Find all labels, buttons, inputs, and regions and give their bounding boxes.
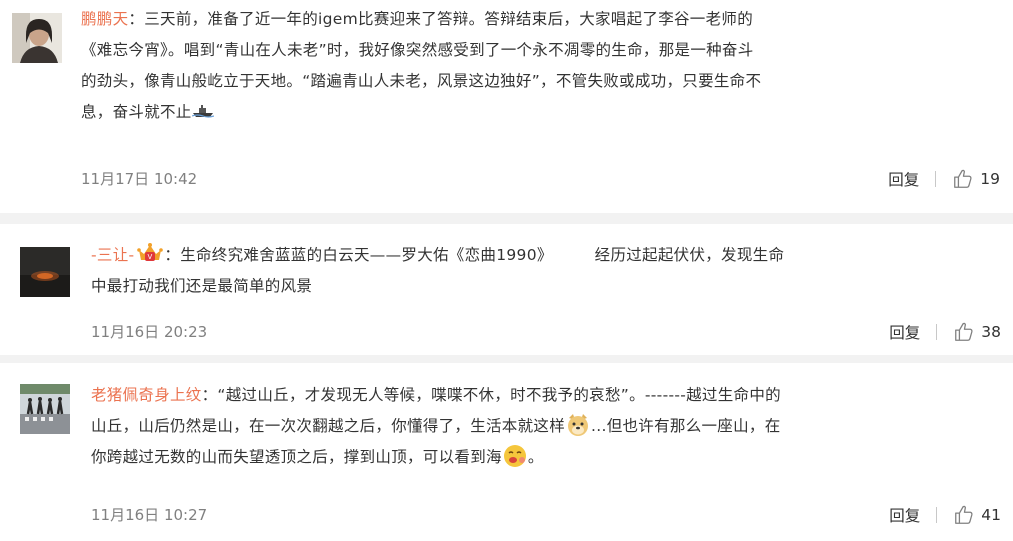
like-button[interactable]: 19 — [952, 168, 1000, 190]
timestamp: 11月16日 10:27 — [91, 506, 208, 524]
avatar[interactable] — [20, 247, 70, 297]
like-count: 38 — [981, 323, 1001, 341]
timestamp: 11月17日 10:42 — [81, 170, 198, 188]
svg-text:V: V — [148, 253, 153, 261]
thumbs-up-icon — [953, 321, 975, 343]
ship-emoji — [191, 98, 214, 118]
comment-footer: 11月17日 10:42 回复 19 — [0, 168, 1013, 190]
divider — [936, 324, 938, 340]
like-button[interactable]: 41 — [953, 504, 1001, 526]
avatar[interactable] — [12, 13, 62, 63]
reply-button[interactable]: 回复 — [889, 504, 920, 526]
username-link[interactable]: -三让- — [91, 246, 134, 264]
comment-footer: 11月16日 20:23 回复 38 — [0, 321, 1013, 343]
timestamp: 11月16日 20:23 — [91, 323, 208, 341]
crown-badge-icon: V — [136, 241, 164, 265]
doge-emoji — [565, 412, 591, 438]
like-count: 19 — [980, 170, 1000, 188]
like-button[interactable]: 38 — [953, 321, 1001, 343]
hungry-face-emoji — [502, 443, 528, 469]
comment-item: 老猪佩奇身上纹：“越过山丘，才发现无人等候，喋喋不休，时不我予的哀愁”。----… — [0, 363, 1013, 541]
reply-button[interactable]: 回复 — [888, 168, 919, 190]
comment-item: 鹏鹏天：三天前，准备了近一年的igem比赛迎来了答辩。答辩结束后，大家唱起了李谷… — [0, 0, 1013, 213]
thumbs-up-icon — [952, 168, 974, 190]
comment-text: 老猪佩奇身上纹：“越过山丘，才发现无人等候，喋喋不休，时不我予的哀愁”。----… — [91, 380, 996, 473]
username-link[interactable]: 老猪佩奇身上纹 — [91, 386, 202, 404]
divider — [936, 507, 938, 523]
like-count: 41 — [981, 506, 1001, 524]
comment-text: -三让- V ：生命终究难舍蓝蓝的白云天——罗大佑《恋曲1990》 经历过起起伏伏，发… — [91, 240, 991, 302]
username-link[interactable]: 鹏鹏天 — [81, 10, 128, 28]
avatar[interactable] — [20, 384, 70, 434]
divider — [935, 171, 937, 187]
comment-text: 鹏鹏天：三天前，准备了近一年的igem比赛迎来了答辩。答辩结束后，大家唱起了李谷… — [81, 10, 762, 121]
reply-button[interactable]: 回复 — [889, 321, 920, 343]
comment-footer: 11月16日 10:27 回复 41 — [0, 504, 1013, 526]
comment-item: -三让- V ：生命终究难舍蓝蓝的白云天——罗大佑《恋曲1990》 经历过起起伏伏，发… — [0, 224, 1013, 355]
thumbs-up-icon — [953, 504, 975, 526]
